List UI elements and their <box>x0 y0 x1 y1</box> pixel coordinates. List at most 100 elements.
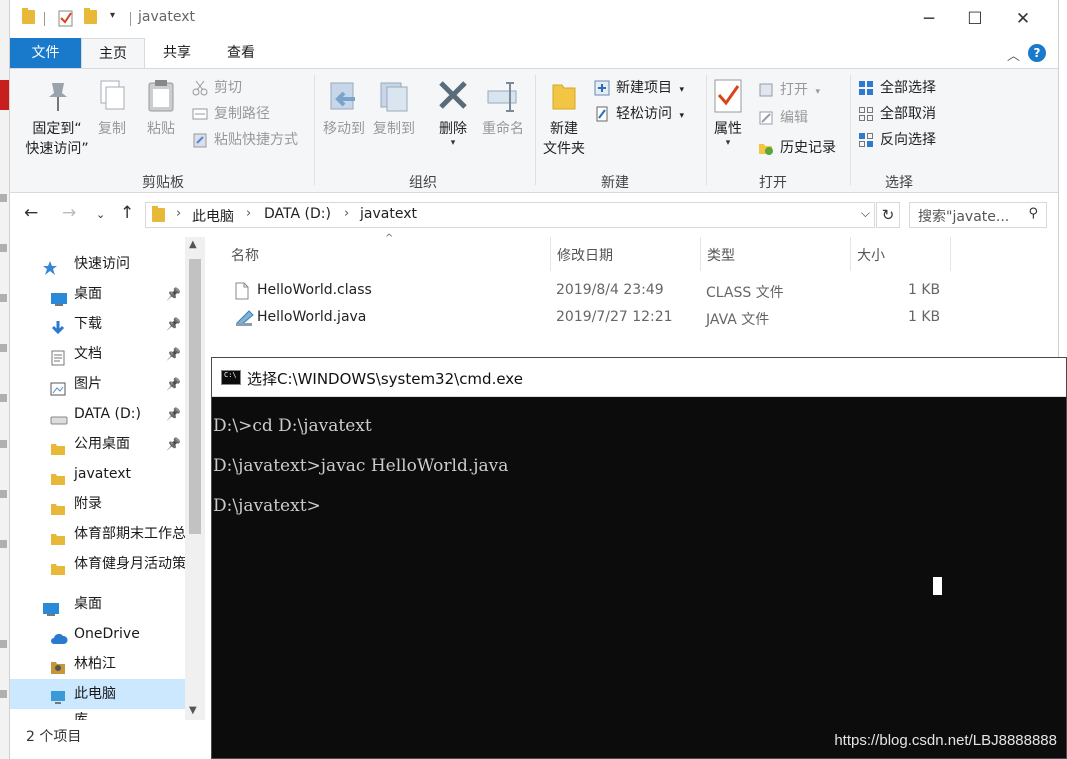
chevron-right-icon[interactable]: › <box>176 206 181 221</box>
scroll-thumb[interactable] <box>189 259 201 534</box>
nav-item-label: 体育健身月活动策 <box>74 556 186 572</box>
column-header-size[interactable]: 大小 <box>857 245 885 265</box>
rename-button[interactable]: 重命名 <box>478 77 528 139</box>
scroll-down-icon[interactable]: ▼ <box>189 705 197 716</box>
scroll-up-icon[interactable]: ▲ <box>189 239 197 250</box>
nav-scrollbar[interactable]: ▲ ▼ <box>185 237 205 720</box>
properties-button[interactable]: 属性 ▾ <box>710 77 746 148</box>
pin-icon[interactable]: 📌 <box>166 429 181 459</box>
invert-selection-button[interactable]: 反向选择 <box>858 129 936 151</box>
column-header-date[interactable]: 修改日期 <box>557 245 613 265</box>
nav-item-label: OneDrive <box>74 626 140 642</box>
properties-check-icon[interactable] <box>58 9 74 31</box>
search-input[interactable]: 搜索"javate... ⚲ <box>909 202 1047 228</box>
breadcrumb-javatext[interactable]: javatext <box>360 206 417 222</box>
delete-dropdown-icon[interactable]: ▾ <box>433 139 473 148</box>
nav-item[interactable]: 公用桌面 📌 <box>10 429 185 459</box>
tab-home[interactable]: 主页 <box>81 38 145 69</box>
move-to-button[interactable]: 移动到 <box>320 77 368 139</box>
select-none-button[interactable]: 全部取消 <box>858 103 936 125</box>
pin-icon[interactable]: 📌 <box>166 279 181 309</box>
paste-button[interactable]: 粘贴 <box>142 77 180 139</box>
nav-item[interactable]: DATA (D:) 📌 <box>10 399 185 429</box>
copy-icon <box>95 77 129 115</box>
nav-item[interactable]: OneDrive <box>10 619 185 649</box>
nav-item[interactable]: 林柏江 <box>10 649 185 679</box>
help-icon[interactable]: ? <box>1028 44 1046 62</box>
edit-button[interactable]: 编辑 <box>758 107 808 129</box>
nav-item[interactable]: 体育部期末工作总 <box>10 519 186 549</box>
nav-item[interactable]: 附录 <box>10 489 185 519</box>
pin-icon[interactable]: 📌 <box>166 309 181 339</box>
properties-dropdown-icon[interactable]: ▾ <box>710 139 746 148</box>
address-dropdown-icon[interactable]: ⌵ <box>861 206 870 221</box>
back-arrow-icon[interactable]: ← <box>24 203 38 223</box>
cmd-window[interactable]: C:\ 选择C:\WINDOWS\system32\cmd.exe D:\>cd… <box>211 357 1067 759</box>
column-divider[interactable] <box>950 237 951 271</box>
qat-dropdown-icon[interactable]: ▾ <box>110 10 115 21</box>
nav-item-label: 公用桌面 <box>74 436 130 452</box>
new-folder-button[interactable]: 新建 文件夹 <box>540 77 588 159</box>
column-header-type[interactable]: 类型 <box>707 245 735 265</box>
tab-file[interactable]: 文件 <box>10 38 81 68</box>
computer-icon <box>50 687 66 704</box>
pin-to-quick-access-button[interactable]: 固定到“ 快速访问” <box>18 77 96 159</box>
delete-button[interactable]: 删除 ▾ <box>433 77 473 148</box>
new-item-button[interactable]: 新建项目 ▾ <box>594 77 684 99</box>
copy-button[interactable]: 复制 <box>94 77 130 139</box>
refresh-icon[interactable]: ↻ <box>876 202 900 228</box>
breadcrumb-data-drive[interactable]: DATA (D:) <box>264 206 331 222</box>
forward-arrow-icon[interactable]: → <box>62 203 76 223</box>
column-divider[interactable] <box>700 237 701 271</box>
nav-item[interactable]: 下载 📌 <box>10 309 185 339</box>
pin-icon[interactable]: 📌 <box>166 369 181 399</box>
pictures-icon <box>50 377 66 396</box>
chevron-right-icon[interactable]: › <box>344 206 349 221</box>
nav-item[interactable]: 桌面 <box>10 589 185 619</box>
tab-share[interactable]: 共享 <box>148 38 206 68</box>
history-button[interactable]: 历史记录 <box>758 137 836 159</box>
file-row[interactable]: HelloWorld.java 2019/7/27 12:21 JAVA 文件 … <box>225 306 945 332</box>
close-icon[interactable]: ✕ <box>1000 6 1046 32</box>
nav-item-label: 附录 <box>74 496 102 512</box>
nav-item[interactable]: 文档 📌 <box>10 339 185 369</box>
chevron-right-icon[interactable]: › <box>246 206 251 221</box>
column-divider[interactable] <box>550 237 551 271</box>
cmd-prompt-line[interactable]: D:\javatext> <box>213 496 321 516</box>
up-arrow-icon[interactable]: ↑ <box>120 203 134 223</box>
copy-path-icon <box>192 106 208 122</box>
column-divider[interactable] <box>850 237 851 271</box>
watermark: https://blog.csdn.net/LBJ8888888 <box>834 732 1057 749</box>
nav-item[interactable]: 桌面 📌 <box>10 279 185 309</box>
cut-button[interactable]: 剪切 <box>192 77 242 99</box>
pin-icon[interactable]: 📌 <box>166 399 181 429</box>
recent-locations-chevron-icon[interactable]: ⌄ <box>96 208 105 221</box>
nav-item[interactable]: javatext <box>10 459 185 489</box>
maximize-icon[interactable]: ☐ <box>952 6 998 32</box>
ribbon-collapse-icon[interactable]: ︿ <box>1007 45 1020 64</box>
copy-to-button[interactable]: 复制到 <box>370 77 418 139</box>
file-row[interactable]: HelloWorld.class 2019/8/4 23:49 CLASS 文件… <box>225 279 945 305</box>
nav-item-label: 下载 <box>74 316 102 332</box>
easy-access-button[interactable]: 轻松访问 ▾ <box>594 103 684 125</box>
minimize-icon[interactable]: ─ <box>906 6 952 32</box>
background-mark <box>0 194 7 202</box>
copy-to-label: 复制到 <box>373 121 415 137</box>
open-button[interactable]: 打开 ▾ <box>758 79 820 101</box>
user-icon <box>50 657 66 674</box>
paste-shortcut-button[interactable]: 粘贴快捷方式 <box>192 129 298 151</box>
nav-item[interactable]: 库 <box>10 705 185 720</box>
copy-path-button[interactable]: 复制路径 <box>192 103 270 125</box>
nav-item[interactable]: 图片 📌 <box>10 369 185 399</box>
nav-item[interactable]: 体育健身月活动策 <box>10 549 186 579</box>
column-header-name[interactable]: 名称 <box>231 245 259 265</box>
address-bar[interactable]: › 此电脑 › DATA (D:) › javatext ⌵ <box>145 202 875 228</box>
cmd-title-bar[interactable]: C:\ 选择C:\WINDOWS\system32\cmd.exe <box>212 358 1066 397</box>
tab-view[interactable]: 查看 <box>210 38 272 68</box>
pin-icon[interactable]: 📌 <box>166 339 181 369</box>
select-all-button[interactable]: 全部选择 <box>858 77 936 99</box>
nav-item[interactable]: 快速访问 <box>10 249 185 279</box>
breadcrumb-this-pc[interactable]: 此电脑 <box>192 206 234 226</box>
search-placeholder: 搜索"javate... <box>918 209 1010 225</box>
nav-item-label: 桌面 <box>74 286 102 302</box>
